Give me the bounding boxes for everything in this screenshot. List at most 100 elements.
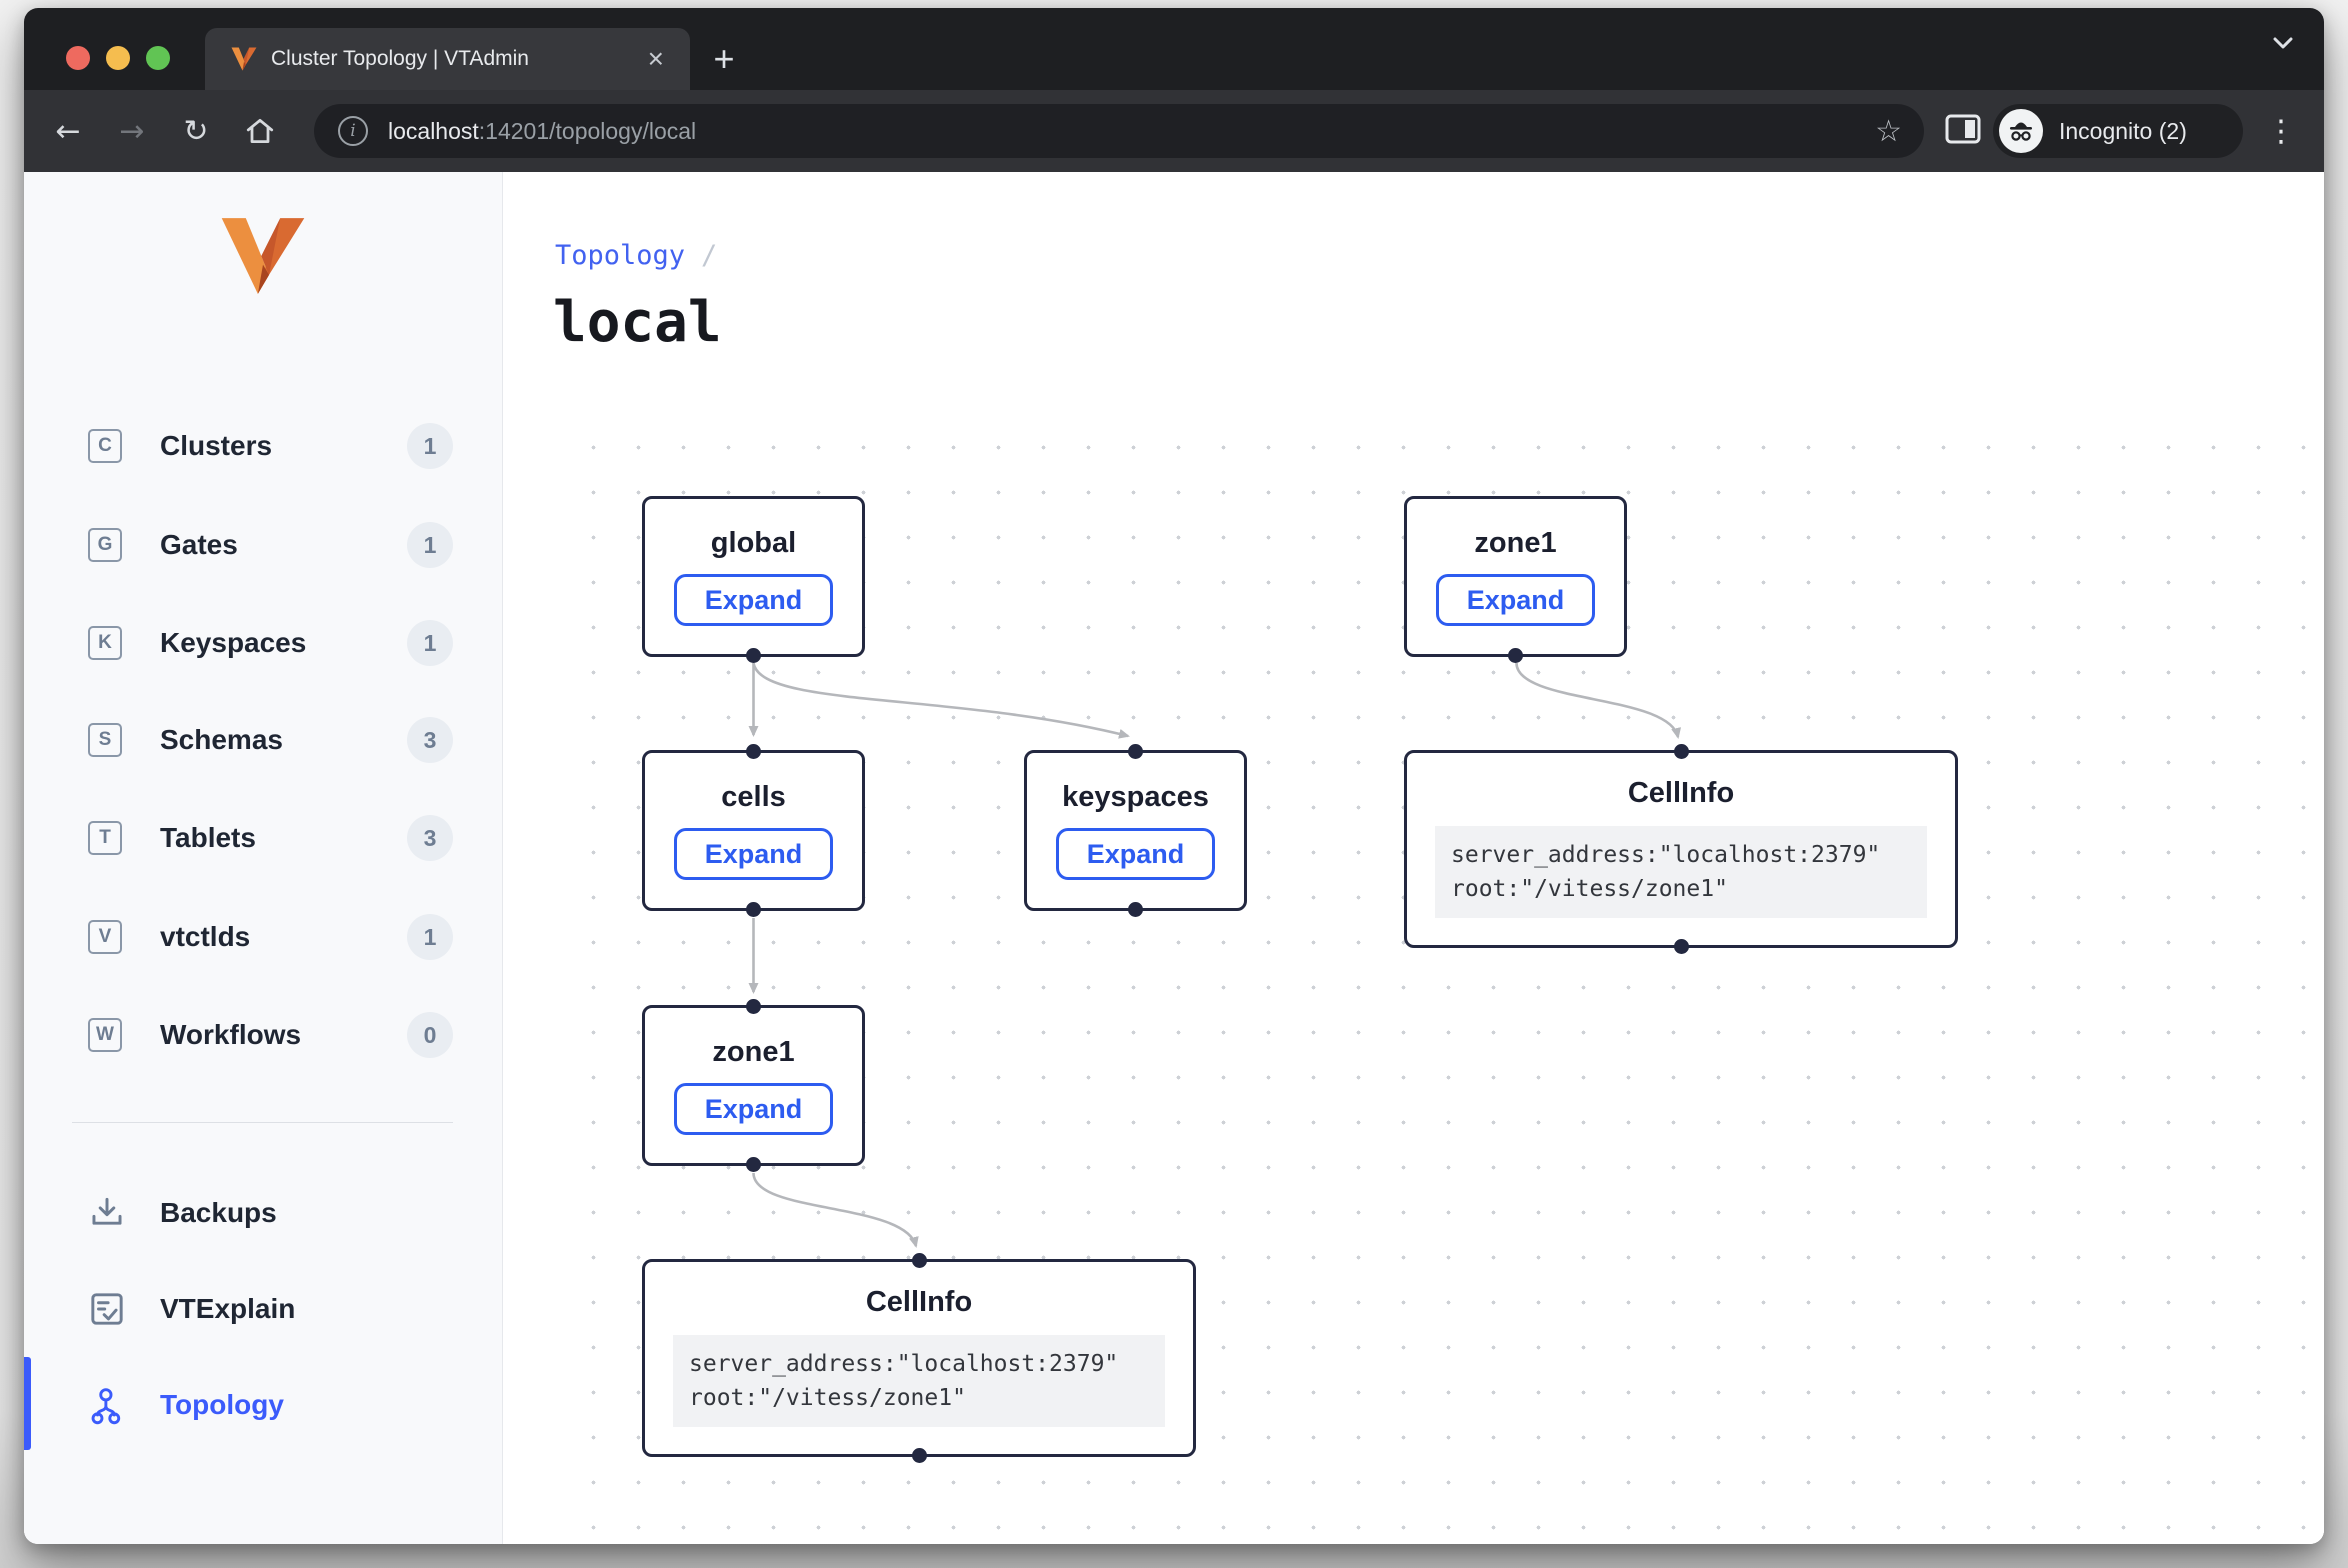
incognito-badge[interactable]: Incognito (2) bbox=[1993, 104, 2243, 158]
bookmark-star-icon[interactable]: ☆ bbox=[1875, 114, 1902, 149]
home-icon[interactable] bbox=[238, 109, 282, 153]
connection-handle bbox=[746, 902, 761, 917]
sidebar-item-keyspaces[interactable]: K Keyspaces 1 bbox=[24, 616, 502, 670]
cellinfo-code: server_address:"localhost:2379" root:"/v… bbox=[673, 1335, 1165, 1427]
url-text: localhost:14201/topology/local bbox=[388, 118, 1875, 145]
connection-handle bbox=[1674, 939, 1689, 954]
topology-node-cellinfo-zone1: CellInfo server_address:"localhost:2379"… bbox=[1404, 750, 1958, 948]
breadcrumb-separator: / bbox=[701, 240, 717, 271]
cellinfo-code: server_address:"localhost:2379" root:"/v… bbox=[1435, 826, 1927, 918]
reload-icon[interactable]: ↻ bbox=[174, 109, 218, 153]
site-info-icon[interactable]: i bbox=[338, 116, 368, 146]
breadcrumb-topology-link[interactable]: Topology bbox=[555, 240, 685, 271]
vitess-logo bbox=[220, 216, 306, 296]
clusters-letter-icon: C bbox=[88, 429, 122, 463]
breadcrumb: Topology / bbox=[555, 240, 717, 271]
sidebar-item-label: Keyspaces bbox=[160, 627, 306, 659]
node-title: zone1 bbox=[1407, 527, 1624, 560]
count-badge: 1 bbox=[407, 620, 453, 666]
node-title: CellInfo bbox=[645, 1286, 1193, 1319]
topology-node-zone1: zone1 Expand bbox=[1404, 496, 1627, 657]
minimize-window-button[interactable] bbox=[106, 46, 130, 70]
sidebar-item-workflows[interactable]: W Workflows 0 bbox=[24, 1008, 502, 1062]
sidebar-item-topology[interactable]: Topology bbox=[24, 1378, 502, 1432]
sidebar-item-label: Backups bbox=[160, 1197, 277, 1229]
sidebar-divider bbox=[72, 1122, 453, 1123]
expand-button[interactable]: Expand bbox=[674, 1083, 834, 1135]
expand-button[interactable]: Expand bbox=[674, 574, 834, 626]
sidebar-item-label: Workflows bbox=[160, 1019, 301, 1051]
connection-handle bbox=[746, 999, 761, 1014]
connection-handle bbox=[746, 744, 761, 759]
connection-handle bbox=[1508, 648, 1523, 663]
sidebar-item-label: Tablets bbox=[160, 822, 256, 854]
code-line: root:"/vitess/zone1" bbox=[689, 1381, 1149, 1415]
tab-search-chevron-icon[interactable] bbox=[2272, 36, 2294, 55]
tab-close-icon[interactable]: × bbox=[646, 45, 666, 73]
browser-toolbar: ← → ↻ i localhost:14201/topology/local ☆ bbox=[24, 90, 2324, 172]
sidebar-item-schemas[interactable]: S Schemas 3 bbox=[24, 713, 502, 767]
sidebar-item-label: Schemas bbox=[160, 724, 283, 756]
topology-graph-icon bbox=[90, 1387, 124, 1423]
connection-handle bbox=[1128, 902, 1143, 917]
expand-button[interactable]: Expand bbox=[1436, 574, 1596, 626]
sidebar-item-clusters[interactable]: C Clusters 1 bbox=[24, 419, 502, 473]
page-title: local bbox=[553, 290, 722, 355]
browser-window: Cluster Topology | VTAdmin × + ← → ↻ i l… bbox=[24, 8, 2324, 1544]
browser-tab[interactable]: Cluster Topology | VTAdmin × bbox=[205, 28, 690, 90]
zoom-window-button[interactable] bbox=[146, 46, 170, 70]
topology-canvas[interactable]: global Expand zone1 Expand cells Expand bbox=[553, 442, 2324, 1544]
topology-node-keyspaces: keyspaces Expand bbox=[1024, 750, 1247, 911]
app-content: C Clusters 1 G Gates 1 K Keyspaces 1 S S… bbox=[24, 172, 2324, 1544]
address-bar[interactable]: i localhost:14201/topology/local ☆ bbox=[314, 104, 1924, 158]
topology-node-cells: cells Expand bbox=[642, 750, 865, 911]
connection-handle bbox=[912, 1253, 927, 1268]
active-nav-indicator bbox=[24, 1357, 31, 1450]
code-line: server_address:"localhost:2379" bbox=[689, 1347, 1149, 1381]
code-line: server_address:"localhost:2379" bbox=[1451, 838, 1911, 872]
sidebar-item-label: VTExplain bbox=[160, 1293, 295, 1325]
count-badge: 1 bbox=[407, 522, 453, 568]
forward-icon[interactable]: → bbox=[110, 109, 154, 153]
side-panel-icon[interactable] bbox=[1945, 114, 1981, 149]
main-panel: Topology / local global bbox=[503, 172, 2324, 1544]
expand-button[interactable]: Expand bbox=[674, 828, 834, 880]
node-title: CellInfo bbox=[1407, 777, 1955, 810]
expand-button[interactable]: Expand bbox=[1056, 828, 1216, 880]
url-host: localhost bbox=[388, 118, 479, 144]
incognito-label: Incognito (2) bbox=[2059, 118, 2187, 145]
node-title: global bbox=[645, 527, 862, 560]
download-icon bbox=[90, 1195, 124, 1231]
count-badge: 3 bbox=[407, 815, 453, 861]
tablets-letter-icon: T bbox=[88, 821, 122, 855]
sidebar-item-tablets[interactable]: T Tablets 3 bbox=[24, 811, 502, 865]
node-title: keyspaces bbox=[1027, 781, 1244, 814]
close-window-button[interactable] bbox=[66, 46, 90, 70]
topology-node-global: global Expand bbox=[642, 496, 865, 657]
connection-handle bbox=[1128, 744, 1143, 759]
vtctlds-letter-icon: V bbox=[88, 920, 122, 954]
sidebar-item-backups[interactable]: Backups bbox=[24, 1186, 502, 1240]
browser-menu-icon[interactable]: ⋮ bbox=[2263, 114, 2299, 149]
schemas-letter-icon: S bbox=[88, 723, 122, 757]
keyspaces-letter-icon: K bbox=[88, 626, 122, 660]
window-controls bbox=[66, 46, 170, 70]
sidebar-item-label: Gates bbox=[160, 529, 238, 561]
topology-node-zone1-cells: zone1 Expand bbox=[642, 1005, 865, 1166]
connection-handle bbox=[912, 1448, 927, 1463]
tab-title: Cluster Topology | VTAdmin bbox=[271, 47, 646, 71]
back-icon[interactable]: ← bbox=[46, 109, 90, 153]
sidebar-item-vtctlds[interactable]: V vtctlds 1 bbox=[24, 910, 502, 964]
sidebar-item-label: Topology bbox=[160, 1389, 284, 1421]
vitess-favicon bbox=[231, 47, 257, 71]
url-path: :14201/topology/local bbox=[479, 118, 696, 144]
code-line: root:"/vitess/zone1" bbox=[1451, 872, 1911, 906]
sidebar-item-vtexplain[interactable]: VTExplain bbox=[24, 1282, 502, 1336]
sidebar-item-gates[interactable]: G Gates 1 bbox=[24, 518, 502, 572]
connection-handle bbox=[746, 648, 761, 663]
new-tab-button[interactable]: + bbox=[702, 28, 746, 90]
gates-letter-icon: G bbox=[88, 528, 122, 562]
sidebar-item-label: vtctlds bbox=[160, 921, 250, 953]
count-badge: 3 bbox=[407, 717, 453, 763]
node-title: cells bbox=[645, 781, 862, 814]
